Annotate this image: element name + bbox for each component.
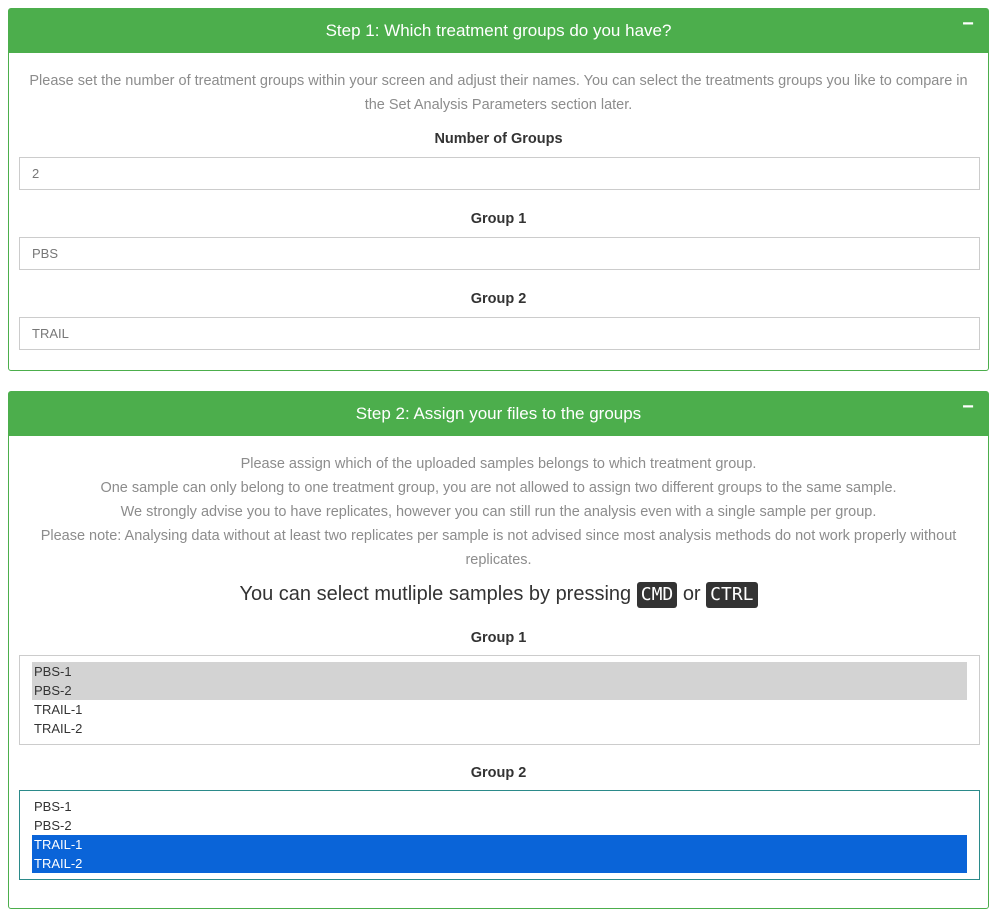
step2-group1-label: Group 1 <box>470 630 527 646</box>
step1-description-line2: the Set Analysis Parameters section late… <box>364 97 633 113</box>
step1-group2-label: Group 2 <box>470 291 527 307</box>
step2-body: Please assign which of the uploaded samp… <box>9 436 988 880</box>
step1-collapse-icon[interactable]: − <box>960 9 976 39</box>
hint-prefix: You can select mutliple samples by press… <box>239 583 632 605</box>
group2-option-pbs-2[interactable]: PBS-2 <box>32 816 967 835</box>
multi-select-hint: You can select mutliple samples by press… <box>19 580 978 608</box>
step1-group1-input[interactable] <box>19 237 980 270</box>
group2-option-pbs-1[interactable]: PBS-1 <box>32 797 967 816</box>
step2-collapse-icon[interactable]: − <box>960 392 976 422</box>
step1-title: Step 1: Which treatment groups do you ha… <box>325 21 672 40</box>
group1-option-pbs-1[interactable]: PBS-1 <box>32 662 967 681</box>
number-of-groups-input[interactable] <box>19 157 980 190</box>
step2-title: Step 2: Assign your files to the groups <box>355 404 642 423</box>
step1-body: Please set the number of treatment group… <box>9 53 988 350</box>
step2-group2-select[interactable]: PBS-1 PBS-2 TRAIL-1 TRAIL-2 <box>19 790 980 880</box>
ctrl-key-badge: CTRL <box>706 582 758 608</box>
cmd-key-badge: CMD <box>636 582 678 608</box>
step2-panel: Step 2: Assign your files to the groups … <box>8 391 989 909</box>
step2-group2-label: Group 2 <box>470 765 527 781</box>
step1-panel: Step 1: Which treatment groups do you ha… <box>8 8 989 371</box>
step2-desc-line1: Please assign which of the uploaded samp… <box>240 456 757 472</box>
step2-group1-select[interactable]: PBS-1 PBS-2 TRAIL-1 TRAIL-2 <box>19 655 980 745</box>
step1-header[interactable]: Step 1: Which treatment groups do you ha… <box>9 9 988 53</box>
step2-desc-line2: One sample can only belong to one treatm… <box>100 480 897 496</box>
group1-option-pbs-2[interactable]: PBS-2 <box>32 681 967 700</box>
step1-group2-input[interactable] <box>19 317 980 350</box>
step1-group1-label: Group 1 <box>470 211 527 227</box>
number-of-groups-label: Number of Groups <box>434 131 563 147</box>
step2-header[interactable]: Step 2: Assign your files to the groups … <box>9 392 988 436</box>
group1-option-trail-2[interactable]: TRAIL-2 <box>32 719 967 738</box>
group1-option-trail-1[interactable]: TRAIL-1 <box>32 700 967 719</box>
step1-description-line1: Please set the number of treatment group… <box>29 73 968 89</box>
hint-or: or <box>682 583 701 605</box>
step1-description: Please set the number of treatment group… <box>19 53 978 117</box>
group2-option-trail-2[interactable]: TRAIL-2 <box>32 854 967 873</box>
step2-desc-line3: We strongly advise you to have replicate… <box>120 504 877 520</box>
step2-description: Please assign which of the uploaded samp… <box>19 436 978 572</box>
step2-desc-line5: replicates. <box>465 552 532 568</box>
group2-option-trail-1[interactable]: TRAIL-1 <box>32 835 967 854</box>
step2-desc-line4: Please note: Analysing data without at l… <box>40 528 957 544</box>
